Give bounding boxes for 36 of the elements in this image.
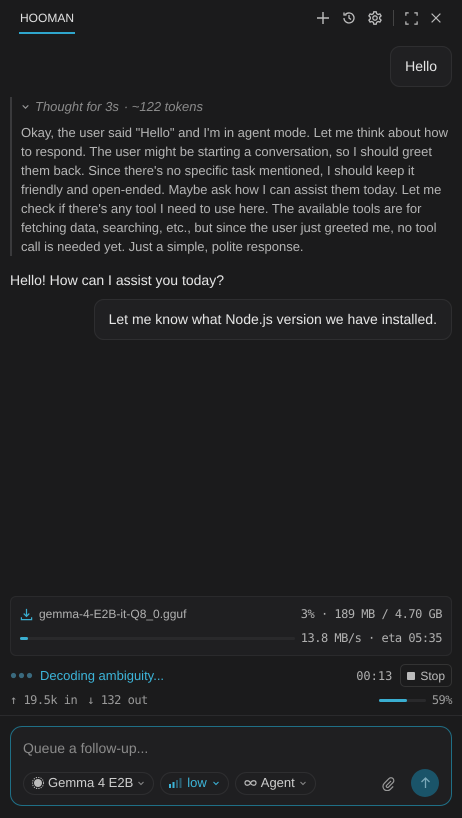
infinity-icon: [244, 779, 257, 787]
settings-icon[interactable]: [367, 10, 383, 26]
loading-dots-icon: [10, 672, 33, 679]
close-icon[interactable]: [429, 11, 443, 25]
message-field[interactable]: Queue a follow-up... Gemma 4 E2B low Agent: [10, 726, 452, 806]
signal-bars-icon: [169, 778, 182, 788]
model-selector[interactable]: Gemma 4 E2B: [23, 772, 154, 794]
attach-icon[interactable]: [381, 776, 395, 790]
chip-icon: [32, 777, 44, 789]
caret-icon: [137, 779, 146, 787]
download-icon: [20, 608, 33, 620]
new-chat-icon[interactable]: [315, 10, 331, 26]
tokens-in: ↑ 19.5k in: [10, 692, 78, 709]
user-message: Hello: [390, 46, 452, 87]
up-arrow-icon: [420, 777, 430, 789]
user-message: Let me know what Node.js version we have installed.: [94, 298, 452, 340]
thought-text: Okay, the user said "Hello" and I'm in agent mode. Let me think about how to respond. The user might be starting a conversation, so I should greet them back. Since there's no specific task mentioned, I should keep it friendly and open-ended. Maybe ask how I can assist them today. Let me check if there's any tool I need to use here. The available tools are for fetching data, searching, etc., but since the user just greeted me, no tool call is needed yet. Just a simple, polite response.: [21, 124, 449, 256]
history-icon[interactable]: [341, 10, 357, 26]
tokens-out: ↓ 132 out: [87, 692, 148, 709]
panel-tab[interactable]: HOOMAN: [19, 2, 75, 34]
elapsed-time: 00:13: [356, 668, 392, 684]
send-button[interactable]: [411, 769, 439, 797]
assistant-message: Hello! How can I assist you today?: [10, 270, 225, 290]
mode-selector[interactable]: Agent: [234, 772, 316, 794]
context-usage: 59%: [432, 692, 452, 709]
stop-button[interactable]: Stop: [400, 664, 452, 687]
status-label: Decoding ambiguity...: [40, 666, 164, 685]
thought-tokens: · ~122 tokens: [124, 98, 203, 116]
file-name: gemma-4-E2B-it-Q8_0.gguf: [39, 606, 186, 623]
caret-icon: [298, 779, 307, 787]
caret-icon: [212, 779, 220, 787]
chevron-icon[interactable]: [21, 102, 30, 112]
download-speed: 13.8 MB/s · eta 05:35: [300, 630, 442, 647]
thought-title: Thought for 3s: [35, 98, 119, 116]
effort-selector[interactable]: low: [160, 772, 229, 794]
fullscreen-icon[interactable]: [404, 10, 419, 26]
